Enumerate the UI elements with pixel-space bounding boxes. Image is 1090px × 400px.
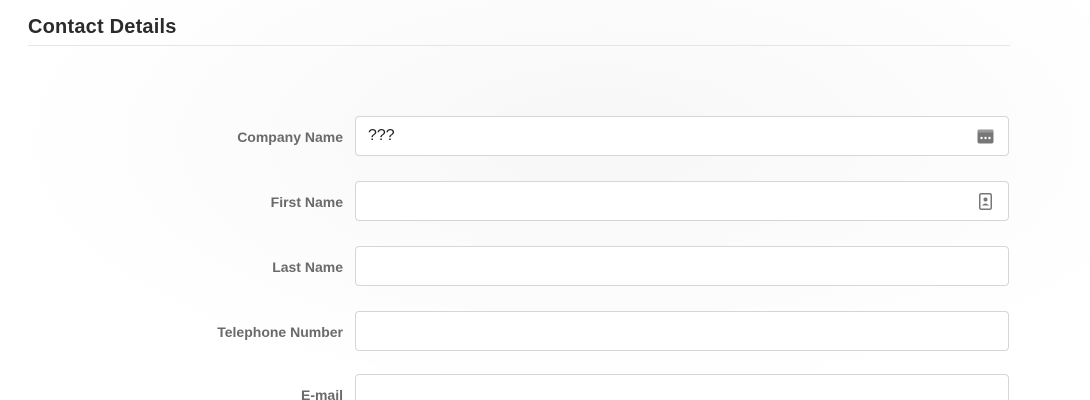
- email-row: E-mail: [0, 374, 1090, 400]
- password-manager-icon[interactable]: [976, 127, 994, 145]
- telephone-input[interactable]: [356, 312, 1008, 350]
- company-name-field-box: [355, 116, 1009, 156]
- last-name-row: Last Name: [0, 246, 1090, 288]
- section-title: Contact Details: [28, 16, 177, 38]
- first-name-row: First Name: [0, 181, 1090, 223]
- telephone-field-box: [355, 311, 1009, 351]
- last-name-field-box: [355, 246, 1009, 286]
- company-name-row: Company Name: [0, 116, 1090, 158]
- last-name-input[interactable]: [356, 247, 1008, 285]
- company-name-label: Company Name: [237, 129, 343, 145]
- email-field-box: [355, 374, 1009, 400]
- section-divider: [28, 45, 1010, 46]
- telephone-label: Telephone Number: [217, 324, 343, 340]
- contact-details-page: Contact Details Company Name First Name: [0, 0, 1090, 400]
- last-name-label: Last Name: [272, 259, 343, 275]
- company-name-input[interactable]: [356, 117, 1008, 155]
- telephone-row: Telephone Number: [0, 311, 1090, 353]
- email-input[interactable]: [356, 375, 1008, 400]
- email-label: E-mail: [300, 387, 343, 400]
- first-name-input[interactable]: [356, 182, 1008, 220]
- contact-card-icon[interactable]: [976, 192, 994, 210]
- first-name-label: First Name: [270, 194, 343, 210]
- first-name-field-box: [355, 181, 1009, 221]
